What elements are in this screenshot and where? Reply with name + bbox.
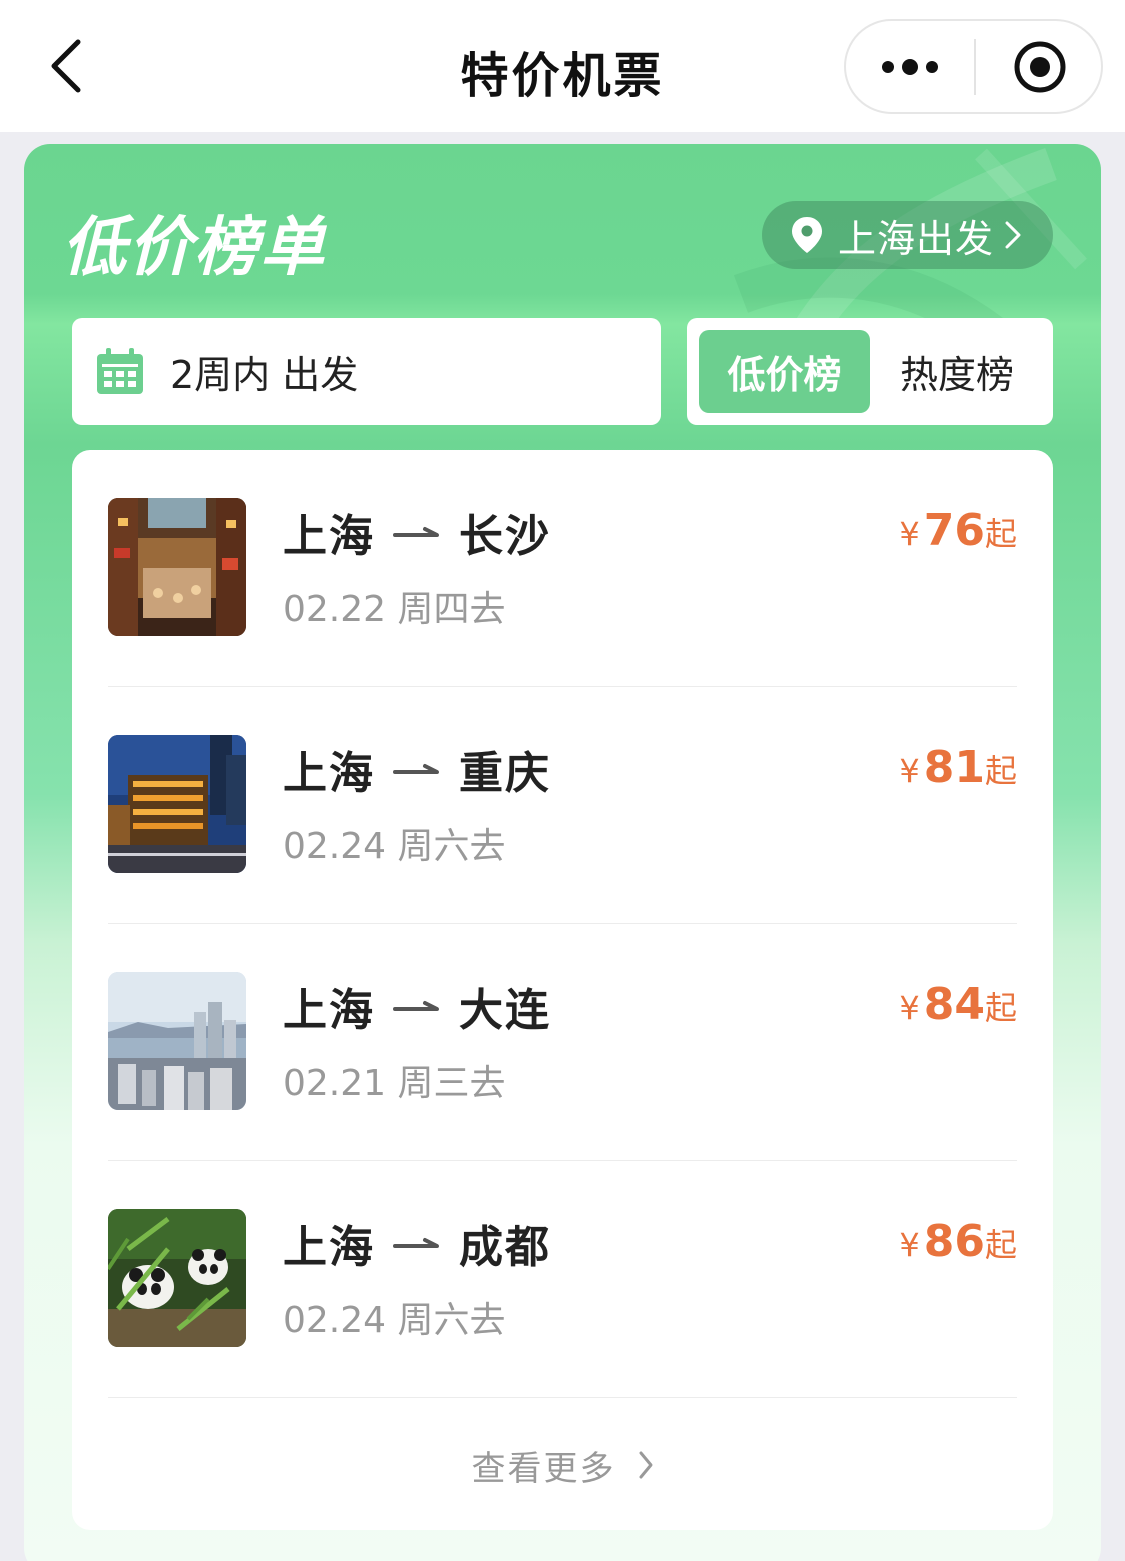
more-dots-icon bbox=[882, 58, 938, 75]
destination-city: 成都 bbox=[459, 1222, 551, 1273]
currency-symbol: ¥ bbox=[899, 1226, 920, 1264]
changsha-street-photo bbox=[108, 498, 246, 636]
departure-date: 02.24 周六去 bbox=[283, 826, 506, 867]
tab-popularity[interactable]: 热度榜 bbox=[882, 330, 1032, 413]
currency-symbol: ¥ bbox=[899, 515, 920, 553]
tab-low-price[interactable]: 低价榜 bbox=[699, 330, 870, 413]
chengdu-panda-photo bbox=[108, 1209, 246, 1347]
close-button[interactable] bbox=[977, 21, 1103, 112]
view-more-button[interactable]: 查看更多 bbox=[72, 1435, 1053, 1495]
price: ¥ 86 起 bbox=[899, 1216, 1017, 1267]
origin-city: 上海 bbox=[283, 511, 375, 562]
price-suffix: 起 bbox=[984, 1226, 1017, 1264]
destination-city: 长沙 bbox=[459, 511, 551, 562]
nav-bar: 特价机票 bbox=[0, 0, 1125, 132]
chevron-right-icon bbox=[639, 1451, 652, 1479]
departure-date: 02.21 周三去 bbox=[283, 1063, 506, 1104]
price: ¥ 84 起 bbox=[899, 979, 1017, 1030]
currency-symbol: ¥ bbox=[899, 752, 920, 790]
dalian-skyline-photo bbox=[108, 972, 246, 1110]
destination-city: 大连 bbox=[459, 985, 551, 1036]
price: ¥ 81 起 bbox=[899, 742, 1017, 793]
route-arrow-icon bbox=[393, 764, 439, 774]
destination-city: 重庆 bbox=[459, 748, 551, 799]
date-filter[interactable]: 2周内 出发 bbox=[72, 318, 661, 425]
list-item[interactable]: 上海 成都 02.24 周六去 ¥ 86 起 bbox=[108, 1161, 1017, 1398]
target-close-icon bbox=[1014, 41, 1066, 92]
panel-title: 低价榜单 bbox=[62, 211, 326, 285]
departure-city-label: 上海出发 bbox=[838, 216, 995, 261]
calendar-icon bbox=[97, 347, 143, 394]
route-arrow-icon bbox=[393, 1001, 439, 1011]
origin-city: 上海 bbox=[283, 985, 375, 1036]
list-item[interactable]: 上海 长沙 02.22 周四去 ¥ 76 起 bbox=[108, 450, 1017, 687]
list-item[interactable]: 上海 大连 02.21 周三去 ¥ 84 起 bbox=[108, 924, 1017, 1161]
price-value: 81 bbox=[923, 742, 985, 793]
route-title: 上海 重庆 bbox=[283, 739, 551, 799]
location-pin-icon bbox=[792, 217, 822, 253]
origin-city: 上海 bbox=[283, 1222, 375, 1273]
route-arrow-icon bbox=[393, 527, 439, 537]
more-button[interactable] bbox=[846, 21, 974, 112]
departure-city-button[interactable]: 上海出发 bbox=[762, 201, 1053, 269]
route-title: 上海 成都 bbox=[283, 1213, 551, 1273]
price-suffix: 起 bbox=[984, 752, 1017, 790]
price-suffix: 起 bbox=[984, 515, 1017, 553]
chongqing-night-photo bbox=[108, 735, 246, 873]
date-filter-label: 2周内 出发 bbox=[170, 353, 359, 397]
row-divider bbox=[108, 1397, 1017, 1398]
list-item[interactable]: 上海 重庆 02.24 周六去 ¥ 81 起 bbox=[108, 687, 1017, 924]
currency-symbol: ¥ bbox=[899, 989, 920, 1027]
view-more-label: 查看更多 bbox=[471, 1448, 616, 1489]
price-value: 86 bbox=[923, 1216, 985, 1267]
route-title: 上海 大连 bbox=[283, 976, 551, 1036]
departure-date: 02.24 周六去 bbox=[283, 1300, 506, 1341]
route-title: 上海 长沙 bbox=[283, 502, 551, 562]
route-list: 上海 长沙 02.22 周四去 ¥ 76 起 上海 重庆 02.24 周六去 ¥… bbox=[72, 450, 1053, 1530]
low-price-panel: 低价榜单 上海出发 2周内 出发 低价榜 热度榜 上海 长沙 02.22 周四去… bbox=[24, 144, 1101, 1561]
departure-date: 02.22 周四去 bbox=[283, 589, 506, 630]
route-arrow-icon bbox=[393, 1238, 439, 1248]
mini-program-capsule bbox=[844, 19, 1103, 114]
ranking-tabs: 低价榜 热度榜 bbox=[687, 318, 1053, 425]
chevron-right-icon bbox=[1005, 221, 1021, 249]
price-value: 76 bbox=[923, 505, 985, 556]
price-value: 84 bbox=[923, 979, 985, 1030]
origin-city: 上海 bbox=[283, 748, 375, 799]
price-suffix: 起 bbox=[984, 989, 1017, 1027]
capsule-divider bbox=[974, 39, 976, 95]
price: ¥ 76 起 bbox=[899, 505, 1017, 556]
